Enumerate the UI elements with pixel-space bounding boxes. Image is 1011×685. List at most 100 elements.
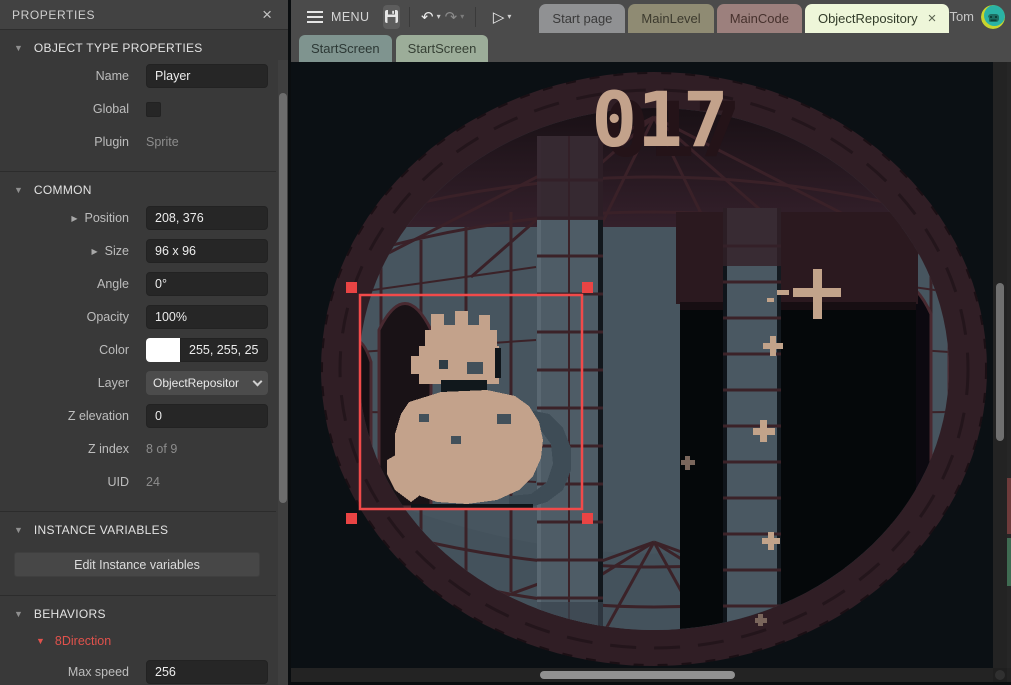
max-speed-field[interactable] [146, 660, 268, 684]
subtab-startscreen-1[interactable]: StartScreen [299, 35, 392, 62]
color-swatch[interactable] [146, 338, 180, 362]
avatar[interactable] [981, 5, 1005, 29]
menu-button[interactable]: MENU [301, 6, 375, 28]
properties-panel: PROPERTIES × ▼ OBJECT TYPE PROPERTIES Na… [0, 0, 288, 685]
selection-handle-top-left[interactable] [346, 282, 357, 293]
size-label: ▶ Size [0, 244, 146, 258]
properties-panel-body: ▼ OBJECT TYPE PROPERTIES Name Global Plu… [0, 30, 288, 685]
selection-handle-bottom-right[interactable] [582, 513, 593, 524]
layout-subtabs: StartScreen StartScreen [291, 33, 1011, 62]
close-panel-icon[interactable]: × [258, 6, 276, 23]
property-row-name: Name [0, 64, 276, 88]
layer-select[interactable]: ObjectRepositor [146, 371, 268, 395]
room-number: 017 [591, 75, 728, 164]
section-behaviors: ▼ BEHAVIORS ▼ 8Direction Max speed Accel… [0, 596, 276, 685]
editor-area: MENU ↶ ▾ ↷ ▾ ▷ ▾ Start page MainLevel Ma… [291, 0, 1011, 685]
room-number-text: ​ 017 017 [591, 75, 740, 174]
layer-label: Layer [0, 376, 146, 390]
selection-handle-bottom-left[interactable] [346, 513, 357, 524]
play-dropdown-caret[interactable]: ▾ [507, 12, 511, 21]
z-elevation-field[interactable] [146, 404, 268, 428]
subtab-startscreen-2[interactable]: StartScreen [396, 35, 489, 62]
collapse-icon[interactable]: ▼ [14, 609, 23, 619]
chevron-down-icon [253, 376, 263, 386]
collapse-icon[interactable]: ▼ [14, 525, 23, 535]
property-row-color: Color 255, 255, 25 [0, 338, 276, 362]
collapse-icon[interactable]: ▼ [14, 185, 23, 195]
property-row-z-index: Z index 8 of 9 [0, 437, 276, 461]
z-elevation-label: Z elevation [0, 409, 146, 423]
color-field[interactable]: 255, 255, 25 [180, 338, 268, 362]
play-button[interactable]: ▷ [491, 8, 507, 26]
property-row-max-speed: Max speed [0, 660, 276, 684]
global-checkbox[interactable] [146, 102, 161, 117]
edit-instance-variables-button[interactable]: Edit Instance variables [14, 552, 260, 577]
property-row-opacity: Opacity [0, 305, 276, 329]
section-common: ▼ COMMON ▶ Position ▶ Size Angle [0, 172, 276, 512]
property-row-plugin: Plugin Sprite [0, 130, 276, 154]
hamburger-icon [307, 11, 323, 23]
panel-scrollbar-track[interactable] [278, 60, 288, 685]
tab-object-repository[interactable]: ObjectRepository × [805, 4, 949, 33]
plugin-value: Sprite [146, 135, 179, 149]
expand-icon[interactable]: ▶ [92, 247, 98, 256]
label-text: Position [85, 211, 129, 225]
save-icon [384, 9, 399, 24]
property-row-uid: UID 24 [0, 470, 276, 494]
tab-main-level[interactable]: MainLevel [628, 4, 713, 33]
behavior-name: 8Direction [55, 634, 111, 648]
section-header[interactable]: ▼ OBJECT TYPE PROPERTIES [0, 30, 276, 64]
layout-viewport[interactable]: ​ 017 017 [291, 62, 1011, 668]
toolbar-divider [409, 7, 410, 27]
user-account[interactable]: Tom [949, 5, 1011, 29]
save-button[interactable] [383, 5, 400, 29]
undo-button[interactable]: ↶ [419, 8, 436, 26]
position-label: ▶ Position [0, 211, 146, 225]
uid-value: 24 [146, 475, 160, 489]
tab-start-page[interactable]: Start page [539, 4, 625, 33]
collapse-icon[interactable]: ▼ [14, 43, 23, 53]
position-field[interactable] [146, 206, 268, 230]
property-row-position: ▶ Position [0, 206, 276, 230]
properties-panel-header: PROPERTIES × [0, 0, 288, 30]
name-field[interactable] [146, 64, 268, 88]
property-row-angle: Angle [0, 272, 276, 296]
property-row-global: Global [0, 97, 276, 121]
vertical-scrollbar[interactable] [993, 62, 1007, 668]
close-tab-icon[interactable]: × [928, 12, 937, 26]
section-title: BEHAVIORS [34, 607, 106, 621]
plugin-label: Plugin [0, 135, 146, 149]
vertical-scrollbar-thumb[interactable] [996, 283, 1004, 441]
horizontal-scrollbar-thumb[interactable] [540, 671, 735, 679]
behavior-8direction[interactable]: ▼ 8Direction [0, 630, 276, 660]
horizontal-scrollbar[interactable] [291, 668, 1011, 682]
pillar-right [723, 208, 781, 642]
undo-dropdown-caret[interactable]: ▾ [437, 12, 441, 21]
menu-label: MENU [331, 10, 369, 24]
expand-icon[interactable]: ▶ [71, 214, 77, 223]
section-title: COMMON [34, 183, 92, 197]
section-header[interactable]: ▼ INSTANCE VARIABLES [0, 512, 276, 546]
name-label: Name [0, 69, 146, 83]
section-header[interactable]: ▼ COMMON [0, 172, 276, 206]
user-name: Tom [949, 9, 974, 24]
scrollbar-corner [993, 668, 1007, 682]
size-field[interactable] [146, 239, 268, 263]
opacity-field[interactable] [146, 305, 268, 329]
tab-label: ObjectRepository [818, 11, 918, 26]
property-row-layer: Layer ObjectRepositor [0, 371, 276, 395]
section-header[interactable]: ▼ BEHAVIORS [0, 596, 276, 630]
tab-main-code[interactable]: MainCode [717, 4, 802, 33]
panel-scrollbar-thumb[interactable] [279, 93, 287, 503]
avatar-image [981, 5, 1005, 29]
angle-field[interactable] [146, 272, 268, 296]
layout-scene[interactable]: ​ 017 017 [291, 62, 1011, 668]
edge-marker-red [1007, 478, 1011, 534]
redo-button: ↷ [443, 8, 460, 26]
label-text: Size [105, 244, 129, 258]
edge-marker-green [1007, 538, 1011, 586]
selection-handle-top-right[interactable] [582, 282, 593, 293]
collapse-icon[interactable]: ▼ [36, 636, 45, 646]
section-title: INSTANCE VARIABLES [34, 523, 168, 537]
uid-label: UID [0, 475, 146, 489]
